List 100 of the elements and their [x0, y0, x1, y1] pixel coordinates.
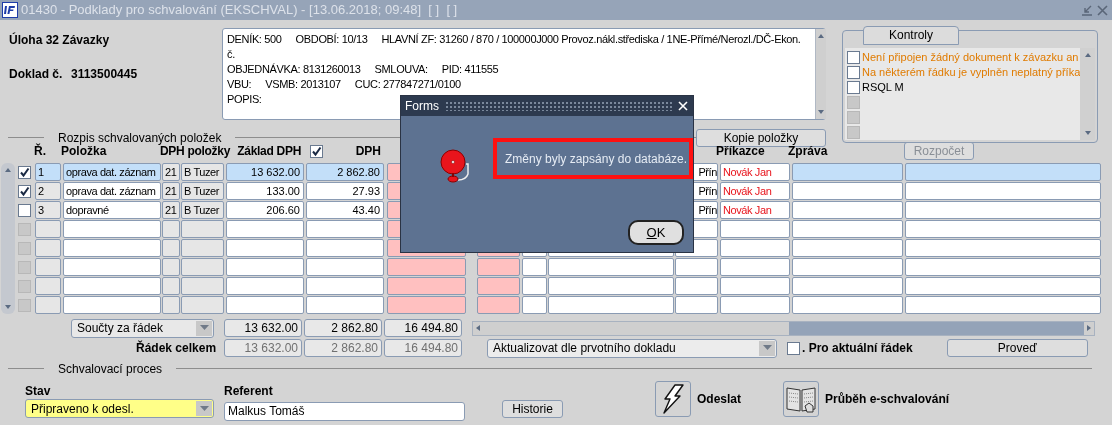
send-label: Odeslat — [697, 391, 741, 408]
info-text: CUC: 277847271/0100 — [354, 78, 461, 90]
table-cell: 43.40 — [306, 201, 384, 219]
bell-icon — [438, 148, 472, 184]
dialog-title: Forms — [405, 98, 439, 115]
total-field: 2 862.80 — [304, 339, 382, 357]
table-cell — [162, 296, 180, 314]
ok-button[interactable]: OK — [628, 220, 684, 245]
table-cell: 13 632.00 — [226, 163, 304, 181]
table-cell — [181, 220, 224, 238]
app-logo-icon — [2, 2, 18, 18]
tab[interactable]: Kontroly — [863, 26, 959, 45]
checkbox[interactable] — [310, 144, 323, 158]
table-cell: oprava dat. záznam — [63, 163, 161, 181]
scrollbar[interactable] — [1, 163, 15, 314]
column-header: Položka — [61, 144, 107, 160]
field-label: Stav — [25, 383, 52, 398]
table-cell — [162, 239, 180, 257]
row-total-label: Řádek celkem — [136, 339, 218, 357]
table-cell: B Tuzer — [181, 182, 224, 200]
info-text: DENÍK: 500 — [227, 33, 282, 45]
button[interactable]: Kopie položky — [696, 129, 826, 147]
table-cell: Novák Jan — [720, 201, 790, 219]
info-text: VBU: — [227, 78, 252, 90]
check-label: Na některém řádku je vyplněn neplatný příka — [862, 65, 1081, 81]
column-header: Základ DPH — [236, 143, 301, 160]
checkbox[interactable] — [847, 81, 860, 94]
doc-label: Doklad č. — [9, 66, 64, 83]
table-cell — [35, 277, 61, 295]
table-cell — [477, 258, 520, 276]
table-cell — [522, 296, 547, 314]
checkbox[interactable] — [18, 184, 31, 198]
column-header: DPH — [354, 143, 381, 160]
progress-label: Průběh e-schvalování — [825, 391, 950, 408]
table-cell: B Tuzer — [181, 163, 224, 181]
referent-field[interactable]: Malkus Tomáš — [224, 401, 465, 421]
table-cell: Novák Jan — [720, 163, 790, 181]
progress-button[interactable] — [783, 381, 819, 417]
table-cell — [181, 239, 224, 257]
table-cell — [720, 277, 790, 295]
table-cell — [522, 277, 547, 295]
total-field: 13 632.00 — [224, 339, 302, 357]
totals-dropdown[interactable]: Součty za řádek — [71, 318, 214, 338]
info-text: POPIS: — [227, 93, 262, 105]
minimize-icon[interactable] — [1081, 4, 1093, 16]
table-cell — [675, 258, 718, 276]
lightning-icon — [661, 384, 685, 414]
table-cell: 206.60 — [226, 201, 304, 219]
button[interactable]: Proveď — [946, 339, 1088, 357]
table-cell — [477, 277, 520, 295]
scrollbar[interactable] — [472, 320, 1095, 336]
scrollbar[interactable] — [1080, 48, 1095, 140]
checkbox[interactable] — [787, 341, 800, 355]
table-cell: 27.93 — [306, 182, 384, 200]
column-header: DPH položky — [160, 144, 232, 160]
scrollbar[interactable] — [814, 29, 826, 119]
checkbox[interactable] — [18, 203, 31, 217]
table-cell: 2 — [35, 182, 61, 200]
checkbox[interactable] — [847, 51, 860, 64]
table-cell — [720, 258, 790, 276]
total-field: 16 494.80 — [384, 339, 462, 357]
table-cell: 1 — [35, 163, 61, 181]
checkbox-label: . Pro aktuální řádek — [802, 340, 913, 357]
table-cell: 21 — [162, 201, 180, 219]
total-field: 16 494.80 — [384, 319, 462, 337]
checkbox[interactable] — [18, 165, 31, 179]
send-button[interactable] — [655, 381, 691, 417]
table-cell — [522, 258, 547, 276]
table-cell — [35, 258, 61, 276]
update-dropdown[interactable]: Aktualizovat dle prvotního dokladu — [487, 338, 777, 358]
table-cell — [162, 277, 180, 295]
table-cell — [675, 277, 718, 295]
message-box: Změny byly zapsány do databáze. — [493, 138, 693, 179]
info-text: PID: 411555 — [441, 63, 499, 75]
book-icon — [785, 384, 817, 414]
state-dropdown[interactable]: Připraveno k odesl. — [25, 399, 214, 418]
table-cell — [181, 296, 224, 314]
table-cell — [35, 296, 61, 314]
table-cell: 3 — [35, 201, 61, 219]
total-field: 2 862.80 — [304, 319, 382, 337]
window-title: 01430 - Podklady pro schvalování (EKSCHVAL) - [13.06.2018; 09:48] [ ] [ ] — [21, 1, 459, 20]
table-cell — [477, 296, 520, 314]
caret-icon — [199, 325, 209, 331]
table-cell: dopravné — [63, 201, 161, 219]
table-cell — [675, 296, 718, 314]
table-cell — [181, 258, 224, 276]
table-cell — [35, 220, 61, 238]
button[interactable]: Historie — [502, 400, 563, 418]
total-field: 13 632.00 — [224, 319, 302, 337]
checkbox[interactable] — [847, 66, 860, 79]
check-label: RSQL M — [862, 80, 904, 96]
table-cell: Novák Jan — [720, 182, 790, 200]
table-cell: 2 862.80 — [306, 163, 384, 181]
table-cell — [35, 239, 61, 257]
doc-number: 3113500445 — [71, 66, 138, 83]
column-header: Ř. — [34, 142, 47, 160]
column-header: Příkazce — [716, 144, 765, 160]
table-cell: 21 — [162, 163, 180, 181]
table-cell: 21 — [162, 182, 180, 200]
section-title: Rozpis schvalovaných položek — [57, 130, 223, 146]
